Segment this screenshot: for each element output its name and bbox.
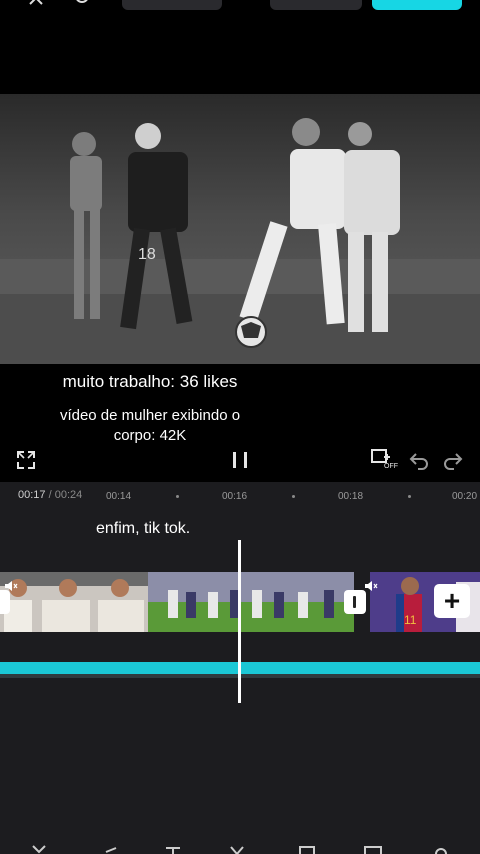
current-time: 00:17 [18,489,46,501]
ruler-dot [176,495,179,498]
pause-icon[interactable] [230,450,250,470]
export-button[interactable] [372,0,462,10]
text-icon[interactable] [164,844,182,854]
resolution-button[interactable] [122,0,222,10]
overlay-text-1: muito trabalho: 36 likes [62,372,238,391]
keyframe-button[interactable]: OFF [370,448,400,474]
svg-text:11: 11 [404,613,417,627]
text-track-caption[interactable]: enfim, tik tok. [96,520,190,538]
undo-icon[interactable] [408,450,430,470]
cut-icon[interactable] [30,844,48,854]
mute-icon[interactable] [4,580,18,592]
redo-icon[interactable] [442,450,464,470]
effects-icon[interactable] [364,844,382,854]
svg-text:18: 18 [138,246,156,263]
audio-icon[interactable] [102,844,120,854]
playhead[interactable] [238,540,241,703]
close-icon[interactable] [26,0,46,10]
sticker-icon[interactable] [228,844,246,854]
video-clip-1[interactable] [0,572,148,632]
total-time: 00:24 [54,489,83,501]
ruler-dot [292,495,295,498]
video-preview[interactable]: 18 [0,94,480,364]
add-clip-button[interactable]: + [434,584,470,618]
help-icon[interactable] [72,0,92,10]
ruler-tick: 00:18 [338,491,364,502]
mute-icon[interactable] [364,580,378,592]
keyframe-off-badge: OFF [384,463,398,470]
time-separator: / [48,489,52,501]
ruler-tick: 00:16 [222,491,248,502]
ruler-dot [408,495,411,498]
playback-controls: OFF [0,444,480,478]
top-toolbar [0,0,480,14]
filters-icon[interactable] [432,844,450,854]
video-clip-2[interactable] [148,572,354,632]
clip-trim-handle[interactable] [0,590,10,614]
plus-icon: + [443,585,461,616]
ruler-tick: 00:14 [106,491,132,502]
overlay-text-2: vídeo de mulher exibindo o corpo: 42K [59,407,241,444]
fullscreen-icon[interactable] [16,450,36,470]
ruler-tick: 00:20 [452,491,478,502]
bottom-toolbar [0,844,480,854]
project-button[interactable] [270,0,362,10]
overlay-icon[interactable] [298,844,316,854]
clip-trim-handle[interactable] [344,590,366,614]
timecode-display: 00:17 / 00:24 [18,489,82,501]
